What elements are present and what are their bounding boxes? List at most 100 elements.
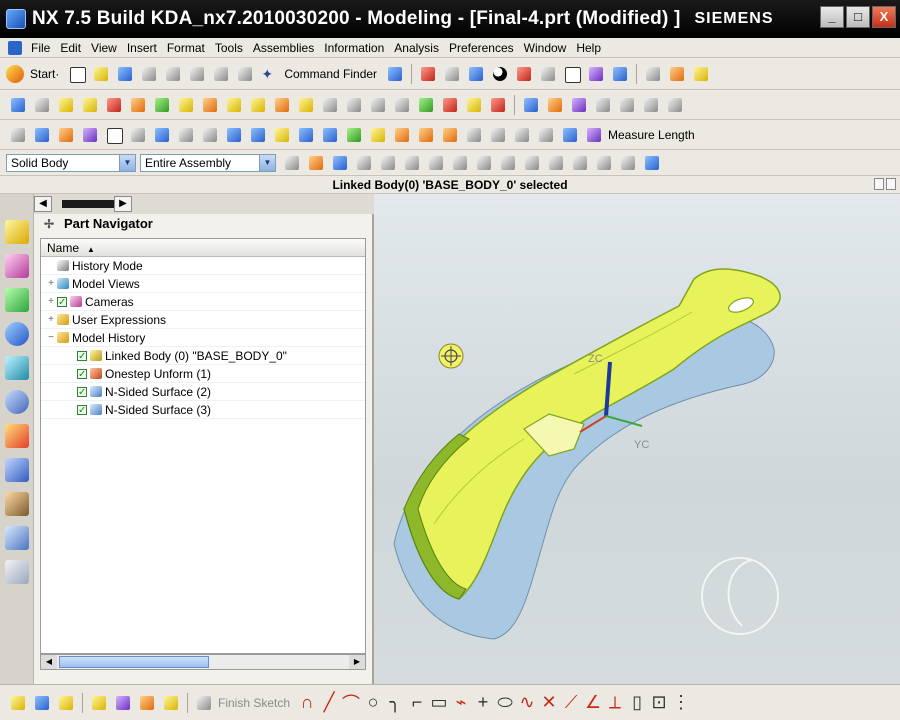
- tree-expander[interactable]: +: [45, 293, 57, 311]
- visibility-checkbox[interactable]: [77, 348, 87, 366]
- scroll-left-icon[interactable]: ◀: [41, 655, 57, 669]
- plane-icon[interactable]: [103, 124, 125, 146]
- tree-item[interactable]: + Model Views: [41, 275, 365, 293]
- maximize-button[interactable]: □: [846, 6, 870, 28]
- reorder-icon[interactable]: [568, 94, 590, 116]
- extension-icon[interactable]: [295, 124, 317, 146]
- wcs-icon[interactable]: [642, 63, 664, 85]
- tree-expander[interactable]: +: [45, 311, 57, 329]
- hole-icon[interactable]: [103, 94, 125, 116]
- paste-icon[interactable]: [186, 63, 208, 85]
- revolve-icon[interactable]: [79, 94, 101, 116]
- feature-select-icon[interactable]: [353, 152, 375, 174]
- chamfer-sketch-icon[interactable]: ⌐: [406, 692, 428, 713]
- unsuppress-icon[interactable]: [616, 94, 638, 116]
- menu-format[interactable]: Format: [162, 41, 210, 55]
- layer-settings-icon[interactable]: [585, 63, 607, 85]
- visibility-checkbox[interactable]: [77, 384, 87, 402]
- undo-icon[interactable]: [210, 63, 232, 85]
- pin-icon[interactable]: ✢: [44, 214, 54, 234]
- extrude-icon[interactable]: [55, 94, 77, 116]
- sketch-icon[interactable]: [7, 94, 29, 116]
- close-button[interactable]: X: [872, 6, 896, 28]
- profile-icon[interactable]: ∩: [296, 692, 318, 713]
- project-curve-icon[interactable]: [79, 124, 101, 146]
- suppress-icon[interactable]: [592, 94, 614, 116]
- command-finder-icon[interactable]: ✦: [261, 66, 279, 82]
- edit-parameters-icon[interactable]: [544, 94, 566, 116]
- quick-trim-icon[interactable]: ✕: [538, 692, 560, 713]
- cut-icon[interactable]: [138, 63, 160, 85]
- replay-icon[interactable]: [640, 94, 662, 116]
- minimize-button[interactable]: _: [820, 6, 844, 28]
- pocket-icon[interactable]: [175, 94, 197, 116]
- status-minimize-button[interactable]: [874, 178, 884, 190]
- history-icon[interactable]: [5, 322, 29, 346]
- wcs-display-icon[interactable]: [690, 63, 712, 85]
- trim-body-icon[interactable]: [367, 94, 389, 116]
- finish-sketch-icon[interactable]: [193, 692, 215, 714]
- tree-item[interactable]: Onestep Unform (1): [41, 365, 365, 384]
- show-constraints-icon[interactable]: ⋮: [670, 692, 692, 713]
- menu-app-icon[interactable]: [8, 40, 22, 55]
- offset-sketch-icon[interactable]: ⟂: [604, 692, 626, 713]
- assembly-navigator-icon[interactable]: [5, 220, 29, 244]
- endpoint-snap-icon[interactable]: [425, 152, 447, 174]
- menu-insert[interactable]: Insert: [122, 41, 162, 55]
- point-on-curve-icon[interactable]: [593, 152, 615, 174]
- rectangle-icon[interactable]: ▭: [428, 692, 450, 713]
- auto-constrain-icon[interactable]: ⊡: [648, 692, 670, 713]
- move-object-icon[interactable]: [609, 63, 631, 85]
- tree-expander[interactable]: −: [45, 329, 57, 347]
- boss-icon[interactable]: [127, 94, 149, 116]
- tree-item[interactable]: + Cameras: [41, 293, 365, 312]
- make-corner-icon[interactable]: ∠: [582, 692, 604, 713]
- redo-icon[interactable]: [234, 63, 256, 85]
- polygon-icon[interactable]: ⌁: [450, 692, 472, 713]
- rebuild-icon[interactable]: [439, 124, 461, 146]
- command-finder-button[interactable]: Command Finder: [284, 67, 377, 81]
- sketch-features-icon[interactable]: [88, 692, 110, 714]
- web-browser-icon[interactable]: [5, 458, 29, 482]
- scroll-left-arrow-icon[interactable]: ◀: [34, 196, 52, 212]
- menu-analysis[interactable]: Analysis: [389, 41, 444, 55]
- zoom-icon[interactable]: [441, 63, 463, 85]
- start-icon[interactable]: [6, 64, 24, 83]
- existing-point-icon[interactable]: [569, 152, 591, 174]
- fillet-icon[interactable]: ╮: [384, 692, 406, 713]
- pattern-icon[interactable]: [415, 94, 437, 116]
- through-mesh-icon[interactable]: [175, 124, 197, 146]
- spline-icon[interactable]: [31, 124, 53, 146]
- menu-window[interactable]: Window: [519, 41, 572, 55]
- tree-expander[interactable]: +: [45, 275, 57, 293]
- thicken-icon[interactable]: [463, 94, 485, 116]
- swept-icon[interactable]: [199, 124, 221, 146]
- arc-center-icon[interactable]: [521, 152, 543, 174]
- sketch-update-icon[interactable]: [112, 692, 134, 714]
- line-icon[interactable]: ╱: [318, 692, 340, 713]
- midpoint-snap-icon[interactable]: [449, 152, 471, 174]
- offset-surface-icon[interactable]: [271, 124, 293, 146]
- navigator-horizontal-scrollbar[interactable]: ◀ ▶: [40, 654, 366, 670]
- edit-feature-icon[interactable]: [520, 94, 542, 116]
- point-on-surface-icon[interactable]: [617, 152, 639, 174]
- rectangle-select-icon[interactable]: [401, 152, 423, 174]
- offset-curve-icon[interactable]: [55, 124, 77, 146]
- menu-preferences[interactable]: Preferences: [444, 41, 519, 55]
- bounded-plane-icon[interactable]: [247, 124, 269, 146]
- system-materials-icon[interactable]: [5, 526, 29, 550]
- studio-spline-icon[interactable]: ∿: [516, 692, 538, 713]
- n-sided-surface-icon[interactable]: [223, 124, 245, 146]
- tree-item[interactable]: + User Expressions: [41, 311, 365, 329]
- shaded-view-icon[interactable]: [465, 63, 487, 85]
- sketch-view-icon[interactable]: [160, 692, 182, 714]
- palette-icon[interactable]: [5, 424, 29, 448]
- replace-face-icon[interactable]: [487, 124, 509, 146]
- point-icon[interactable]: +: [472, 692, 494, 713]
- graphics-window[interactable]: ZC YC: [374, 194, 900, 684]
- name-column-header[interactable]: Name ▲: [41, 239, 365, 257]
- render-style-icon[interactable]: [489, 63, 511, 85]
- menu-information[interactable]: Information: [319, 41, 389, 55]
- chamfer-icon[interactable]: [223, 94, 245, 116]
- start-button[interactable]: Start·: [30, 67, 59, 81]
